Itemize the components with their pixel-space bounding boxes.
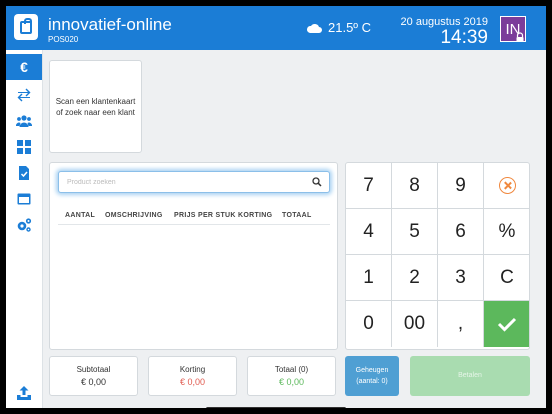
product-search[interactable] bbox=[58, 171, 330, 193]
key-00[interactable]: 00 bbox=[392, 301, 438, 347]
pay-button[interactable]: Betalen bbox=[410, 356, 530, 396]
key-comma[interactable]: , bbox=[438, 301, 484, 347]
key-7[interactable]: 7 bbox=[346, 163, 392, 209]
sidebar-item-tasks[interactable] bbox=[6, 160, 42, 186]
grid-icon bbox=[17, 140, 31, 154]
upload-icon bbox=[17, 386, 31, 400]
discount-label: Korting bbox=[179, 365, 206, 374]
customer-prompt: Scan een klantenkaart of zoek naar een k… bbox=[55, 96, 136, 117]
key-5[interactable]: 5 bbox=[392, 209, 438, 255]
customer-scan-card[interactable]: Scan een klantenkaart of zoek naar een k… bbox=[49, 60, 142, 153]
gears-icon bbox=[17, 218, 32, 232]
column-discount: KORTING bbox=[238, 212, 273, 219]
home-indicator[interactable] bbox=[206, 407, 346, 408]
key-1[interactable]: 1 bbox=[346, 255, 392, 301]
checklist-icon bbox=[19, 166, 29, 180]
search-icon[interactable] bbox=[312, 177, 322, 187]
sidebar: € bbox=[6, 50, 43, 408]
key-clear[interactable] bbox=[484, 163, 529, 209]
sidebar-item-dashboard[interactable] bbox=[6, 134, 42, 160]
window-icon bbox=[17, 193, 31, 205]
pos-screen: innovatief-online POS020 21.5º C 20 augu… bbox=[6, 6, 546, 408]
shopping-bag-icon[interactable] bbox=[14, 14, 38, 40]
column-total: TOTAAL bbox=[282, 212, 312, 219]
discount-box[interactable]: Korting € 0,00 bbox=[148, 356, 237, 396]
column-quantity: AANTAL bbox=[65, 212, 96, 219]
users-icon bbox=[16, 115, 32, 127]
register-id: POS020 bbox=[48, 35, 79, 44]
euro-icon: € bbox=[20, 59, 28, 75]
key-3[interactable]: 3 bbox=[438, 255, 484, 301]
sidebar-item-settings[interactable] bbox=[6, 212, 42, 238]
memory-count: (aantal: 0) bbox=[356, 378, 388, 385]
sidebar-item-upload[interactable] bbox=[6, 380, 42, 406]
column-description: OMSCHRIJVING bbox=[105, 212, 163, 219]
total-value: € 0,00 bbox=[278, 377, 305, 387]
lock-icon[interactable] bbox=[515, 32, 525, 42]
total-label: Totaal (0) bbox=[274, 365, 309, 374]
key-c[interactable]: C bbox=[484, 255, 529, 301]
total-box: Totaal (0) € 0,00 bbox=[247, 356, 336, 396]
clock: 14:39 bbox=[440, 27, 488, 48]
key-percent[interactable]: % bbox=[484, 209, 529, 255]
top-bar: innovatief-online POS020 21.5º C 20 augu… bbox=[6, 6, 546, 50]
key-2[interactable]: 2 bbox=[392, 255, 438, 301]
temperature: 21.5º C bbox=[328, 20, 372, 35]
header-divider bbox=[58, 224, 330, 225]
discount-value: € 0,00 bbox=[179, 377, 206, 387]
memory-button[interactable]: Geheugen (aantal: 0) bbox=[345, 356, 399, 396]
sidebar-item-window[interactable] bbox=[6, 186, 42, 212]
key-6[interactable]: 6 bbox=[438, 209, 484, 255]
subtotal-value: € 0,00 bbox=[80, 377, 107, 387]
key-9[interactable]: 9 bbox=[438, 163, 484, 209]
order-lines-panel: AANTAL OMSCHRIJVING PRIJS PER STUK KORTI… bbox=[49, 162, 338, 350]
column-unit-price: PRIJS PER STUK bbox=[174, 212, 236, 219]
cloud-icon bbox=[306, 23, 322, 33]
weather: 21.5º C bbox=[306, 20, 371, 35]
key-0[interactable]: 0 bbox=[346, 301, 392, 347]
key-4[interactable]: 4 bbox=[346, 209, 392, 255]
subtotal-label: Subtotaal bbox=[76, 365, 111, 374]
memory-label: Geheugen bbox=[355, 367, 389, 374]
numeric-keypad: 7 8 9 4 5 6 % 1 2 3 C 0 00 , bbox=[345, 162, 530, 350]
check-icon bbox=[497, 317, 517, 332]
sidebar-item-customers[interactable] bbox=[6, 108, 42, 134]
sidebar-item-sales[interactable]: € bbox=[6, 54, 42, 80]
subtotal-box: Subtotaal € 0,00 bbox=[49, 356, 138, 396]
product-search-input[interactable] bbox=[59, 172, 299, 192]
clear-icon bbox=[498, 177, 516, 194]
app-title: innovatief-online bbox=[48, 15, 172, 34]
key-8[interactable]: 8 bbox=[392, 163, 438, 209]
sidebar-item-transfer[interactable] bbox=[6, 82, 42, 108]
arrows-icon bbox=[17, 88, 31, 102]
key-confirm[interactable] bbox=[484, 301, 529, 347]
